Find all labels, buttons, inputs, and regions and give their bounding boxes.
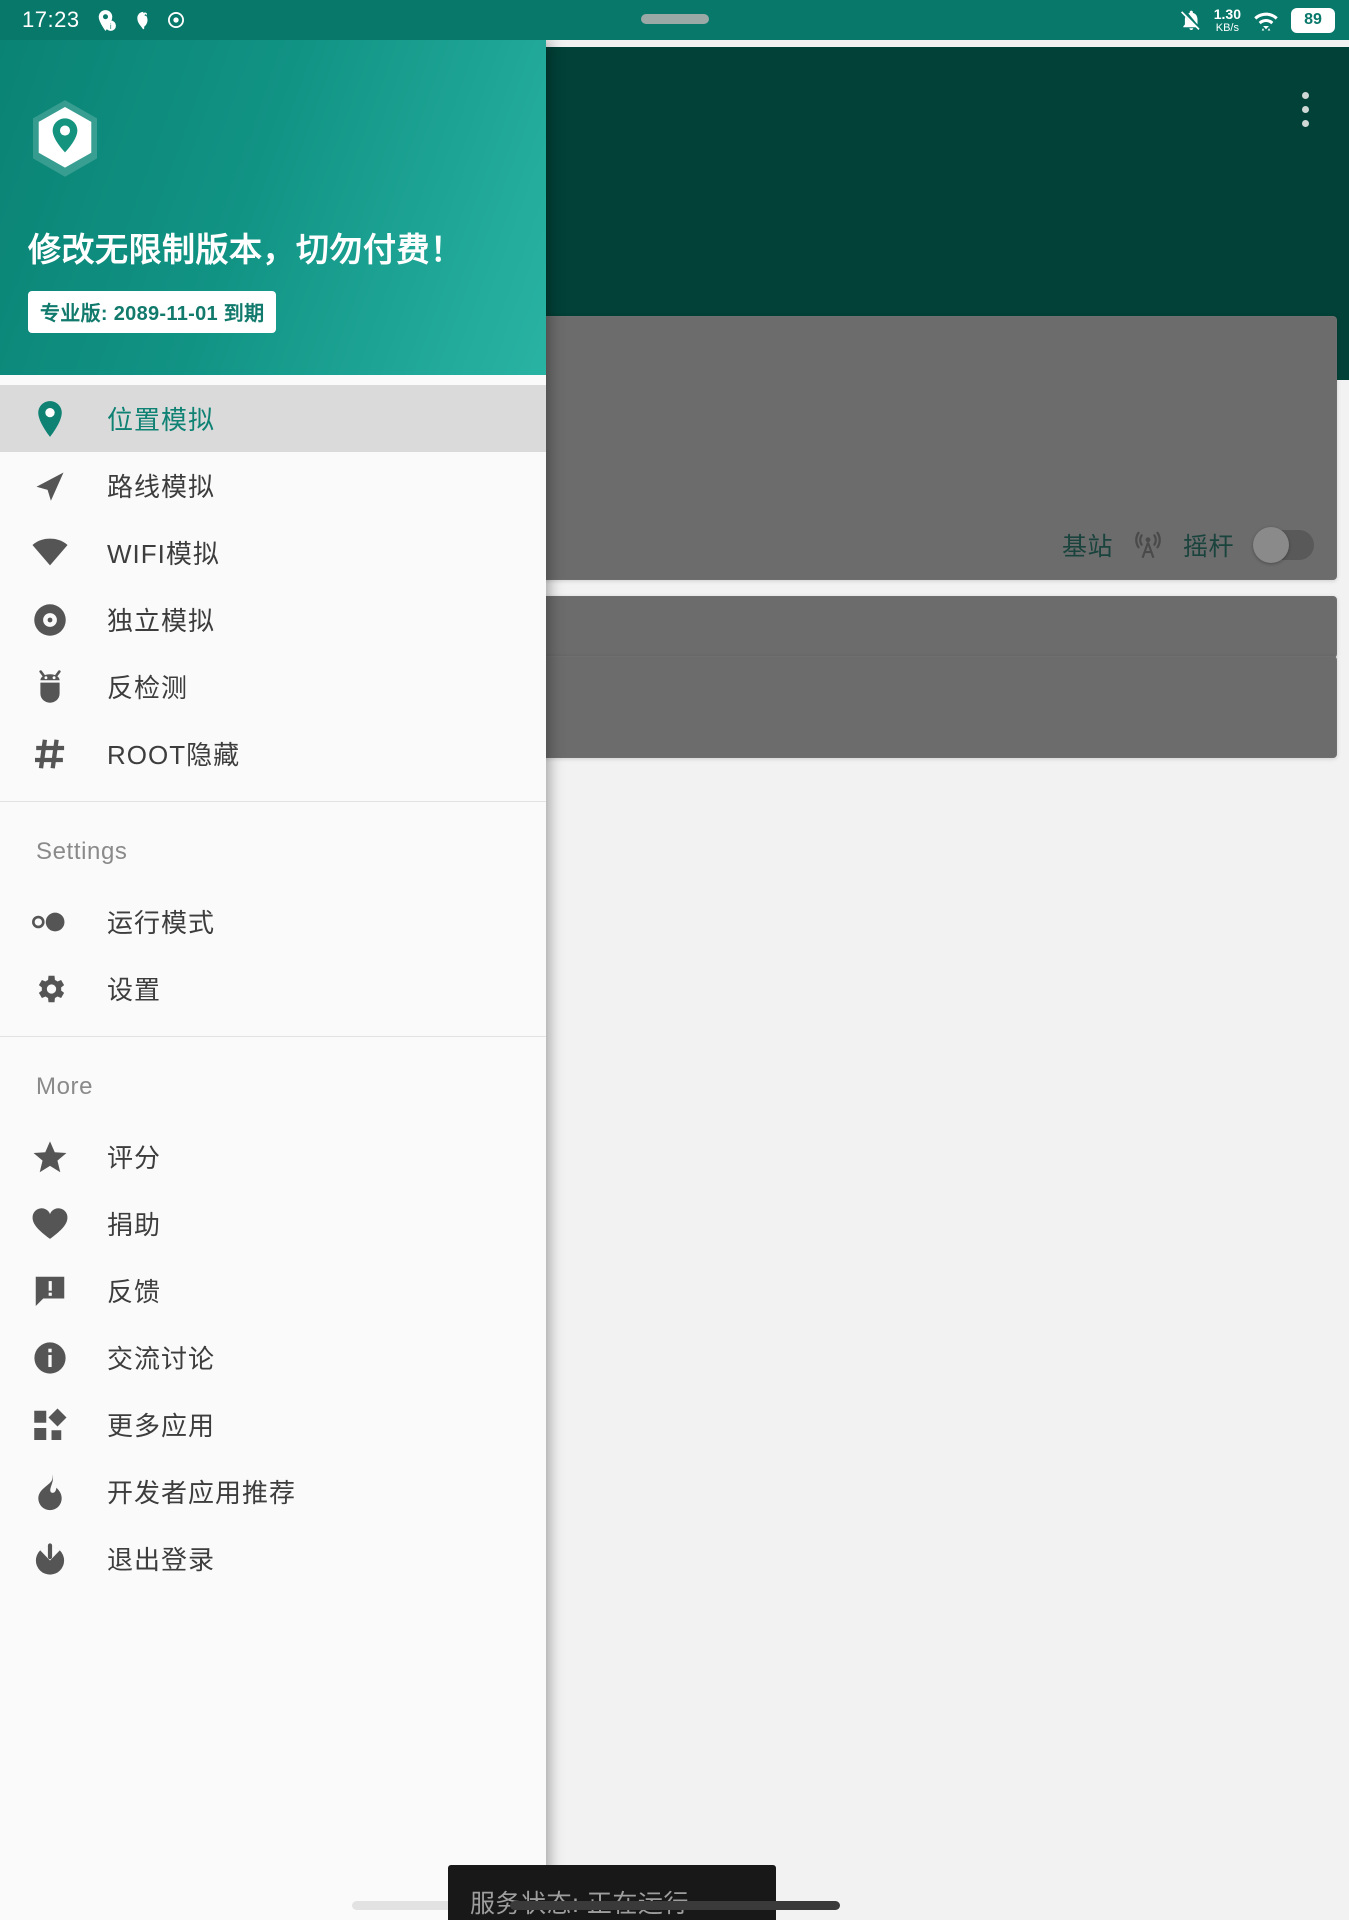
more-vertical-icon[interactable] — [1283, 79, 1327, 139]
home-indicator[interactable] — [509, 1901, 840, 1910]
disc-icon — [27, 597, 73, 643]
sidebar-item-label: WIFI模拟 — [107, 539, 220, 569]
android-bug-icon — [27, 664, 73, 710]
quick-controls-row: 基站 摇杆 — [1062, 527, 1314, 563]
navigation-arrow-icon — [27, 463, 73, 509]
sidebar-item-rate[interactable]: 评分 — [0, 1123, 546, 1190]
apps-grid-icon — [27, 1402, 73, 1448]
star-icon — [27, 1134, 73, 1180]
pro-version-badge: 专业版: 2089-11-01 到期 — [28, 291, 277, 333]
service-status-toast: 服务状态: 正在运行 — [448, 1865, 776, 1920]
sidebar-item-wifi-sim[interactable]: WIFI模拟 — [0, 519, 546, 586]
sidebar-item-discussion[interactable]: 交流讨论 — [0, 1324, 546, 1391]
feedback-bubble-icon — [27, 1268, 73, 1314]
bell-muted-icon — [1180, 10, 1201, 30]
sidebar-item-label: 捐助 — [107, 1210, 162, 1240]
sidebar-item-location-sim[interactable]: 位置模拟 — [0, 385, 546, 452]
nav-group-settings: Settings 运行模式 设置 — [0, 802, 546, 1037]
heart-icon — [27, 1201, 73, 1247]
status-bar-left: 17:23 i — [22, 7, 186, 33]
nav-group-main: 位置模拟 路线模拟 WIFI模拟 独立模拟 反检测 ROOT隐藏 — [0, 375, 546, 802]
battery-indicator: 89 — [1291, 7, 1335, 33]
sidebar-item-label: 评分 — [107, 1143, 162, 1173]
gear-icon — [27, 966, 73, 1012]
joystick-label: 摇杆 — [1182, 533, 1234, 561]
toggle-dots-icon — [27, 899, 73, 945]
sidebar-item-route-sim[interactable]: 路线模拟 — [0, 452, 546, 519]
flame-icon — [27, 1469, 73, 1515]
camera-notch — [640, 14, 709, 24]
sidebar-item-dev-recommend[interactable]: 开发者应用推荐 — [0, 1458, 546, 1525]
sidebar-item-label: 开发者应用推荐 — [107, 1478, 297, 1508]
sidebar-item-label: 位置模拟 — [107, 405, 216, 435]
cell-tower-icon[interactable] — [1131, 528, 1165, 562]
sidebar-item-donate[interactable]: 捐助 — [0, 1190, 546, 1257]
hash-icon — [27, 731, 73, 777]
sidebar-item-settings[interactable]: 设置 — [0, 955, 546, 1022]
record-circle-icon — [167, 12, 184, 28]
sidebar-item-standalone-sim[interactable]: 独立模拟 — [0, 586, 546, 653]
sidebar-item-label: 更多应用 — [107, 1411, 216, 1441]
sidebar-item-label: 独立模拟 — [107, 606, 216, 636]
status-bar-right: 1.30 KB/s 89 — [1179, 7, 1335, 34]
svg-text:i: i — [109, 22, 111, 31]
sidebar-item-label: 反检测 — [107, 673, 189, 703]
screen-root: + 基站 摇杆 — [0, 0, 1349, 1920]
sidebar-item-run-mode[interactable]: 运行模式 — [0, 888, 546, 955]
nav-group-title-more: More — [36, 1073, 94, 1100]
hexagon-location-logo — [33, 100, 97, 177]
sidebar-item-label: 交流讨论 — [107, 1344, 216, 1374]
sidebar-item-label: 路线模拟 — [107, 472, 216, 502]
network-speed: 1.30 KB/s — [1214, 7, 1241, 34]
nav-group-more: More 评分 捐助 反馈 交流讨论 更多应用 开发者应用推荐 退出登录 — [0, 1037, 546, 1606]
drawer-header: 修改无限制版本，切勿付费！ 专业版: 2089-11-01 到期 — [0, 40, 546, 375]
network-speed-value: 1.30 — [1213, 5, 1241, 22]
sidebar-item-label: ROOT隐藏 — [107, 740, 241, 770]
info-circle-icon — [27, 1335, 73, 1381]
drawer-title: 修改无限制版本，切勿付费！ — [28, 231, 464, 268]
location-pin-icon: i — [98, 9, 116, 31]
map-pin-icon — [27, 396, 73, 442]
nav-group-title-settings: Settings — [36, 838, 128, 865]
navigation-drawer: 修改无限制版本，切勿付费！ 专业版: 2089-11-01 到期 位置模拟 路线… — [0, 40, 546, 1920]
sidebar-item-label: 设置 — [107, 975, 162, 1005]
power-icon — [27, 1536, 73, 1582]
sidebar-item-root-hide[interactable]: ROOT隐藏 — [0, 720, 546, 787]
sidebar-item-feedback[interactable]: 反馈 — [0, 1257, 546, 1324]
bird-mute-icon — [136, 11, 148, 29]
wifi-icon — [1254, 12, 1278, 31]
sidebar-item-label: 运行模式 — [107, 908, 216, 938]
wifi-filled-icon — [27, 530, 73, 576]
sidebar-item-label: 退出登录 — [107, 1545, 216, 1575]
sidebar-item-more-apps[interactable]: 更多应用 — [0, 1391, 546, 1458]
joystick-toggle[interactable] — [1253, 527, 1314, 563]
cell-tower-label: 基站 — [1061, 533, 1113, 561]
network-speed-unit: KB/s — [1215, 21, 1239, 34]
sidebar-item-anti-detect[interactable]: 反检测 — [0, 653, 546, 720]
sidebar-item-logout[interactable]: 退出登录 — [0, 1525, 546, 1592]
sidebar-item-label: 反馈 — [107, 1277, 162, 1307]
clock: 17:23 — [22, 7, 80, 32]
